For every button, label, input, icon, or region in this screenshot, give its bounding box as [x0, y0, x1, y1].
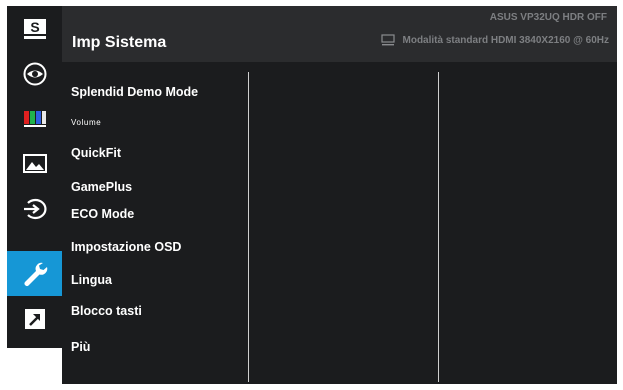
menu-item-key-lock[interactable]: Blocco tasti	[71, 304, 142, 318]
shortcut-arrow-icon	[24, 308, 45, 329]
signal-status: Modalità standard HDMI 3840X2160 @ 60Hz	[380, 34, 610, 46]
splendid-s-icon: S	[23, 18, 46, 39]
menu-item-volume[interactable]: Volume	[71, 118, 101, 127]
column-divider	[248, 72, 249, 382]
menu-item-eco-mode[interactable]: ECO Mode	[71, 207, 134, 221]
model-info: ASUS VP32UQ HDR OFF	[489, 12, 607, 23]
panel-header: Imp Sistema ASUS VP32UQ HDR OFF Modalità…	[62, 6, 617, 62]
signal-status-text: Modalità standard HDMI 3840X2160 @ 60Hz	[402, 34, 610, 46]
image-icon	[22, 153, 47, 173]
svg-text:S: S	[30, 19, 39, 35]
menu-item-osd-setup[interactable]: Impostazione OSD	[71, 240, 181, 254]
column-divider	[438, 72, 439, 382]
rail-item-image[interactable]	[7, 141, 62, 186]
eye-care-icon	[23, 62, 46, 85]
category-rail: S	[7, 6, 62, 348]
rail-item-input[interactable]	[7, 186, 62, 231]
osd-window: S Imp Sistema ASUS VP32UQ HDR OFF Modali…	[0, 0, 623, 390]
monitor-icon	[380, 34, 395, 46]
rail-item-eye-care[interactable]	[7, 51, 62, 96]
menu-item-splendid-demo-mode[interactable]: Splendid Demo Mode	[71, 85, 198, 99]
rail-item-shortcut[interactable]	[7, 296, 62, 341]
rail-item-splendid[interactable]: S	[7, 6, 62, 51]
menu-item-language[interactable]: Lingua	[71, 273, 112, 287]
settings-panel: Imp Sistema ASUS VP32UQ HDR OFF Modalità…	[62, 6, 617, 384]
rail-item-color[interactable]	[7, 96, 62, 141]
menu-item-quickfit[interactable]: QuickFit	[71, 146, 121, 160]
color-bars-icon	[23, 110, 46, 127]
page-title: Imp Sistema	[72, 34, 167, 51]
input-select-icon	[23, 198, 46, 219]
menu-item-gameplus[interactable]: GamePlus	[71, 180, 132, 194]
menu-item-more[interactable]: Più	[71, 340, 90, 354]
rail-item-system-setup[interactable]	[7, 251, 62, 296]
wrench-icon	[24, 262, 47, 286]
